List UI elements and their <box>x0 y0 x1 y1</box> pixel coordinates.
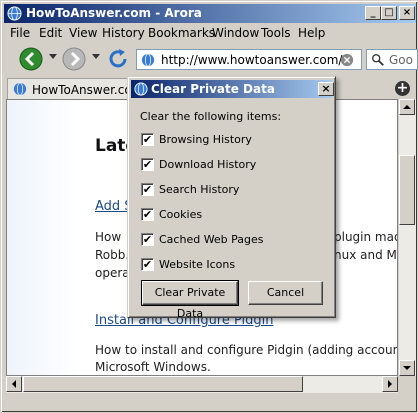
clear-private-data-dialog: Clear Private Data × Clear the following… <box>127 76 336 320</box>
scroll-left-button[interactable] <box>6 376 22 392</box>
navigation-toolbar: http://www.howtoanswer.com/ Goo <box>4 44 418 76</box>
status-bar <box>4 395 416 411</box>
address-text[interactable]: http://www.howtoanswer.com/ <box>161 53 342 67</box>
menu-edit[interactable]: Edit <box>39 26 62 40</box>
checkbox-website-icons[interactable]: ✔ Website Icons <box>141 257 326 273</box>
dialog-close-button[interactable]: × <box>318 82 334 96</box>
scroll-right-button[interactable] <box>382 376 398 392</box>
menu-bookmarks[interactable]: Bookmarks <box>148 26 215 40</box>
search-bar[interactable]: Goo <box>366 49 418 70</box>
search-input[interactable]: Goo <box>389 53 413 67</box>
checkbox-browsing-history[interactable]: ✔ Browsing History <box>141 132 326 148</box>
checkbox[interactable]: ✔ <box>141 133 154 146</box>
article-text-line: Robb. <box>95 248 130 262</box>
site-favicon-icon <box>141 53 155 67</box>
menu-history[interactable]: History <box>102 26 145 40</box>
clear-private-data-button[interactable]: Clear Private Data <box>141 280 239 320</box>
checkbox-cached-web-pages[interactable]: ✔ Cached Web Pages <box>141 232 326 248</box>
article-text-line: How <box>95 230 122 244</box>
menu-window[interactable]: Window <box>212 26 259 40</box>
checkbox[interactable]: ✔ <box>141 183 154 196</box>
checkbox[interactable]: ✔ <box>141 258 154 271</box>
vertical-scrollbar[interactable] <box>399 99 416 376</box>
menu-tools[interactable]: Tools <box>261 26 291 40</box>
scroll-corner <box>399 376 416 393</box>
clear-address-icon[interactable] <box>340 53 354 67</box>
dialog-prompt: Clear the following items: <box>140 110 282 123</box>
checkbox-download-history[interactable]: ✔ Download History <box>141 157 326 173</box>
horizontal-scroll-thumb[interactable] <box>23 376 303 392</box>
menu-file[interactable]: File <box>10 26 30 40</box>
forward-history-dropdown-icon[interactable] <box>92 54 100 59</box>
article-text-line: How to install and configure Pidgin (add… <box>95 343 398 357</box>
arrow-up-icon <box>403 105 411 109</box>
cancel-button[interactable]: Cancel <box>248 281 323 305</box>
horizontal-scrollbar[interactable] <box>6 376 398 393</box>
minimize-button[interactable]: _ <box>365 6 381 20</box>
new-tab-icon[interactable]: + <box>395 81 410 96</box>
forward-icon[interactable] <box>62 47 86 71</box>
scroll-down-button[interactable] <box>399 360 415 376</box>
dialog-globe-icon <box>134 82 148 96</box>
article-text-line: plugin mad <box>334 230 398 244</box>
menu-view[interactable]: View <box>69 26 97 40</box>
back-history-dropdown-icon[interactable] <box>49 54 57 59</box>
scroll-up-button[interactable] <box>399 99 415 115</box>
tab-favicon-icon <box>13 82 27 96</box>
checkbox[interactable]: ✔ <box>141 158 154 171</box>
menu-help[interactable]: Help <box>298 26 325 40</box>
dialog-titlebar[interactable]: Clear Private Data × <box>131 80 334 98</box>
article-text-line: nux and M <box>334 248 397 262</box>
checkbox-label[interactable]: Cookies <box>159 208 202 221</box>
menu-bar: File Edit View History Bookmarks Window … <box>4 24 416 43</box>
checkbox[interactable]: ✔ <box>141 233 154 246</box>
close-window-button[interactable]: × <box>399 6 415 20</box>
address-bar[interactable]: http://www.howtoanswer.com/ <box>136 49 362 70</box>
dialog-title: Clear Private Data <box>151 82 275 96</box>
checkbox-label[interactable]: Browsing History <box>159 133 252 146</box>
article-text-line: opera <box>95 266 130 280</box>
window-title: HowToAnswer.com - Arora <box>26 6 202 20</box>
arrow-right-icon <box>388 380 392 388</box>
back-icon[interactable] <box>19 47 43 71</box>
maximize-button[interactable]: □ <box>381 6 397 20</box>
checkbox-search-history[interactable]: ✔ Search History <box>141 182 326 198</box>
checkbox-label[interactable]: Website Icons <box>159 258 235 271</box>
search-icon[interactable] <box>371 53 385 67</box>
reload-icon[interactable] <box>106 47 130 71</box>
arrow-down-icon <box>403 366 411 370</box>
checkbox-label[interactable]: Cached Web Pages <box>159 233 264 246</box>
tab-howtoanswer[interactable]: HowToAnswer.com <box>7 78 143 99</box>
arora-globe-icon <box>7 6 22 21</box>
arrow-left-icon <box>12 380 16 388</box>
vertical-scroll-thumb[interactable] <box>399 155 415 225</box>
checkbox-label[interactable]: Search History <box>159 183 239 196</box>
checkbox-label[interactable]: Download History <box>159 158 256 171</box>
checkbox-cookies[interactable]: ✔ Cookies <box>141 207 326 223</box>
window-titlebar[interactable]: HowToAnswer.com - Arora _ □ × <box>4 4 416 23</box>
checkbox[interactable]: ✔ <box>141 208 154 221</box>
article-text-line: Microsoft Windows. <box>95 360 211 374</box>
